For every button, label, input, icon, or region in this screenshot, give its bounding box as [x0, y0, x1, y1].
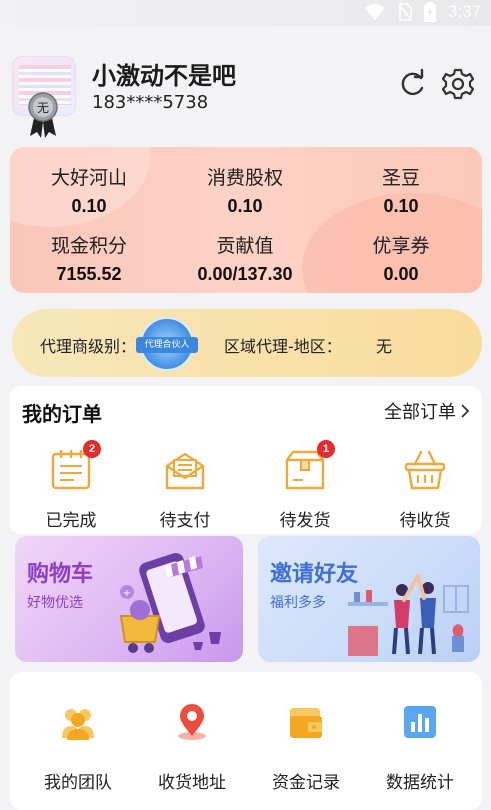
medal-text: 无	[37, 101, 49, 115]
tool-label: 收货地址	[158, 773, 226, 793]
region-label: 区域代理-地区：	[224, 337, 342, 356]
location-pin-icon	[178, 704, 206, 740]
asset-item[interactable]: 现金积分 7155.52	[14, 231, 164, 285]
agent-level-bar[interactable]: 代理商级别： 代理合伙人 区域代理-地区： 无	[12, 309, 482, 377]
order-label: 待收货	[399, 511, 451, 531]
asset-item[interactable]: 消费股权 0.10	[170, 163, 320, 217]
chevron-right-icon	[461, 404, 470, 418]
order-pending-payment[interactable]: 待支付	[140, 448, 230, 531]
agent-level-label: 代理商级别：	[40, 337, 137, 356]
asset-label: 大好河山	[50, 167, 127, 189]
tool-fund-records[interactable]: 资金记录	[256, 702, 356, 793]
tool-shipping-address[interactable]: 收货地址	[142, 702, 242, 793]
all-orders-link[interactable]: 全部订单	[384, 398, 470, 424]
agent-badge-icon: 代理合伙人	[136, 317, 198, 371]
order-label: 待支付	[159, 511, 211, 531]
bar-chart-icon	[404, 706, 436, 738]
tool-my-team[interactable]: 我的团队	[28, 702, 128, 793]
profile-header: 无 小激动不是吧 183****5738	[0, 48, 491, 138]
asset-label: 消费股权	[206, 167, 283, 189]
all-orders-label: 全部订单	[384, 402, 456, 423]
team-icon	[62, 709, 94, 740]
tool-data-statistics[interactable]: 数据统计	[370, 702, 470, 793]
asset-item[interactable]: 优享券 0.00	[326, 231, 476, 285]
assets-card: 大好河山 0.10 消费股权 0.10 圣豆 0.10 现金积分 7155.52…	[10, 147, 482, 293]
asset-label: 贡献值	[216, 235, 274, 257]
cart-banner-subtitle: 好物优选	[27, 595, 83, 611]
order-pending-receipt[interactable]: 待收货	[380, 448, 470, 531]
svg-text:+: +	[123, 588, 131, 599]
phone-number: 183****5738	[92, 92, 209, 113]
region-value: 无	[376, 337, 393, 356]
order-completed[interactable]: 2 已完成	[26, 440, 116, 531]
asset-value: 0.10	[71, 196, 107, 216]
asset-label: 圣豆	[381, 167, 420, 189]
wallet-icon	[290, 708, 322, 738]
username: 小激动不是吧	[92, 62, 236, 90]
asset-item[interactable]: 圣豆 0.10	[326, 163, 476, 217]
asset-value: 7155.52	[56, 264, 122, 284]
orders-title: 我的订单	[22, 402, 102, 426]
order-label: 已完成	[45, 511, 97, 531]
invite-friends-illustration-icon	[348, 574, 469, 656]
asset-value: 0.10	[383, 196, 419, 216]
order-pending-shipment[interactable]: 1 待发货	[260, 440, 350, 531]
invite-banner-subtitle: 福利多多	[270, 595, 326, 611]
shopping-cart-illustration-icon: +	[119, 553, 221, 653]
wifi-icon	[364, 4, 385, 20]
tool-label: 数据统计	[386, 773, 454, 793]
status-time: 3:37	[447, 2, 481, 21]
tool-label: 我的团队	[44, 773, 112, 793]
refresh-icon[interactable]	[396, 68, 428, 100]
battery-icon	[423, 2, 436, 22]
cart-banner-title: 购物车	[27, 562, 94, 587]
asset-value: 0.00	[383, 264, 419, 284]
asset-item[interactable]: 贡献值 0.00/137.30	[170, 231, 320, 285]
asset-item[interactable]: 大好河山 0.10	[14, 163, 164, 217]
tool-label: 资金记录	[272, 773, 340, 793]
asset-value: 0.00/137.30	[197, 264, 293, 284]
order-count-badge: 1	[317, 440, 335, 458]
cart-banner[interactable]: 购物车 好物优选 +	[15, 536, 243, 662]
no-sim-icon	[398, 3, 412, 21]
medal-icon: 无	[28, 92, 58, 138]
settings-gear-icon[interactable]	[442, 68, 474, 100]
invite-banner[interactable]: 邀请好友 福利多多	[258, 536, 480, 662]
agent-badge-text: 代理合伙人	[136, 337, 198, 353]
asset-value: 0.10	[227, 196, 263, 216]
orders-card: 我的订单 全部订单 2 已完成 待支付 1 待发货 待收货	[10, 386, 482, 534]
envelope-pay-icon	[165, 452, 205, 490]
order-count-badge: 2	[83, 440, 101, 458]
basket-icon	[404, 450, 446, 490]
order-label: 待发货	[279, 511, 331, 531]
tools-card: 我的团队 收货地址 资金记录 数据统计	[10, 672, 482, 810]
asset-label: 现金积分	[50, 235, 127, 257]
status-bar: 3:37	[0, 0, 491, 26]
asset-label: 优享券	[372, 235, 430, 257]
